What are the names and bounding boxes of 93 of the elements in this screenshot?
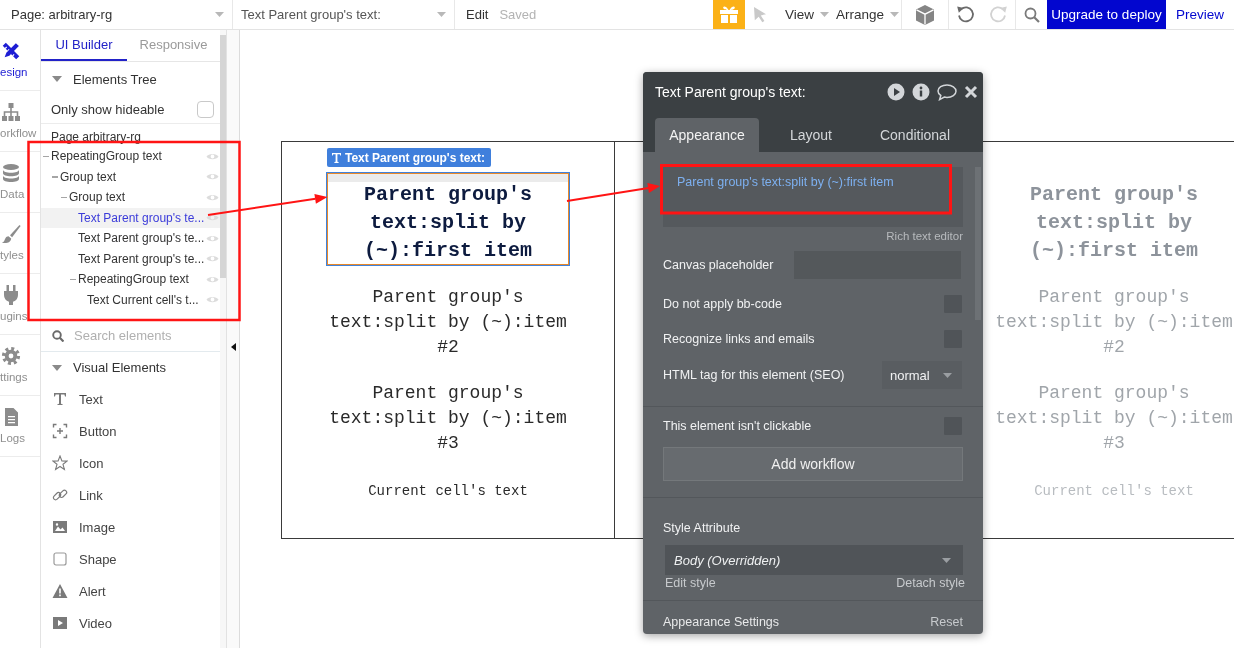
preview-element-button[interactable] [887,83,905,101]
reset-link[interactable]: Reset [930,615,963,629]
detach-style-link[interactable]: Detach style [896,575,965,591]
eye-icon[interactable] [206,213,219,223]
search-icon [52,329,64,342]
option-label: This element isn't clickable [663,419,812,433]
plug-icon [1,285,21,305]
editor-title: Text Parent group's text: [655,84,807,100]
caret-icon [820,12,830,17]
editor-tab[interactable]: Conditional [863,118,967,152]
info-button[interactable] [912,83,930,101]
preview-link[interactable]: Preview [1166,0,1234,29]
element-label: Text Parent group's text: [327,148,491,167]
element-palette-item[interactable]: Button [41,415,220,447]
edit-menu[interactable]: Edit [466,0,489,29]
tree-item[interactable]: Text Current cell's t... [41,289,220,310]
caret-icon [215,12,224,17]
redo-icon [989,5,1008,24]
checkbox[interactable] [197,101,214,118]
field-label: HTML tag for this element (SEO) [663,368,845,382]
menu-button[interactable]: Arrange [830,0,902,29]
scrollbar[interactable] [220,35,226,278]
speech-bubble-icon [937,83,957,101]
chain-link-icon [52,487,68,503]
undo-icon [956,5,975,24]
element-palette-item[interactable]: Text [41,383,220,415]
close-icon [964,85,978,99]
tree-item[interactable]: RepeatingGroup text [41,146,220,167]
square-icon [52,551,68,567]
element-palette-item[interactable]: Icon [41,447,220,479]
upgrade-button[interactable]: Upgrade to deploy [1047,0,1166,29]
comment-button[interactable] [937,83,957,101]
style-dropdown[interactable]: Body (Overridden) [665,545,963,575]
html-tag-dropdown[interactable]: normal [882,361,962,389]
text-icon [332,152,341,163]
tree-item[interactable]: Text Parent group's te... [41,248,220,269]
caret-icon [942,557,951,563]
section-title: Appearance Settings [663,615,780,629]
tree-item[interactable]: Group text [41,187,220,208]
close-button[interactable] [964,85,978,99]
pencil-ruler-icon [1,41,21,61]
tree-item[interactable]: Text Parent group's te... [41,207,220,228]
search-field[interactable]: Search elements [74,326,214,345]
option-label: Recognize links and emails [663,332,815,346]
gear-icon [1,346,21,366]
minus-icon[interactable] [52,176,58,178]
element-palette-item[interactable]: Image [41,511,220,543]
element-palette-item[interactable]: Video [41,607,220,639]
caret-icon [437,12,446,17]
image-icon [52,519,68,535]
brush-icon [1,224,21,244]
element-palette-item[interactable]: Alert [41,575,220,607]
database-icon [1,163,21,183]
add-workflow-button[interactable]: Add workflow [663,447,963,481]
warning-icon [52,583,68,599]
tree-item[interactable]: RepeatingGroup text [41,269,220,290]
caret-icon [890,12,900,17]
canvas-text[interactable]: Current cell's text [326,481,570,501]
canvas-text[interactable]: Parent group's text:split by (~):first item [328,181,568,265]
field-label: Style Attribute [663,520,742,537]
star-icon [52,455,68,471]
section-header[interactable]: Elements Tree [41,62,220,96]
caret-icon [943,372,952,378]
panel-tab[interactable]: UI Builder [41,30,127,61]
canvas-text[interactable]: Parent group's text:split by (~):item #2 [326,285,570,360]
canvas-text[interactable]: Parent group's text:split by (~):item #3 [326,381,570,456]
filter-label: Only show hideable [51,102,165,117]
edit-style-link[interactable]: Edit style [665,575,716,591]
minus-icon[interactable] [70,278,76,280]
text-icon [52,391,68,407]
collapse-icon[interactable] [230,343,236,351]
nav-item[interactable]: esign [0,30,40,91]
minus-icon[interactable] [61,196,67,198]
editor-tab[interactable]: Layout [759,118,863,152]
info-icon [912,83,930,101]
element-palette-item[interactable]: Link [41,479,220,511]
element-palette-item[interactable]: Shape [41,543,220,575]
tree-item[interactable]: Text Parent group's te... [41,228,220,249]
hierarchy-icon [1,102,21,122]
search-icon [1023,6,1040,23]
tree-root-label[interactable]: Page arbitrary-rg [41,124,220,146]
cube-icon [915,3,935,26]
tree-item[interactable]: Group text [41,166,220,187]
option-label: Do not apply bb-code [663,297,782,311]
save-status: Saved [499,6,537,24]
section-header[interactable]: Visual Elements [41,352,220,383]
minus-icon[interactable] [43,155,49,157]
field-label: Canvas placeholder [663,258,774,272]
editor-tab[interactable]: Appearance [655,118,759,152]
menu-button[interactable]: View [775,0,830,29]
cursor-icon [753,6,767,23]
dashed-frame-plus-icon [52,423,68,439]
gift-button[interactable] [713,0,745,29]
